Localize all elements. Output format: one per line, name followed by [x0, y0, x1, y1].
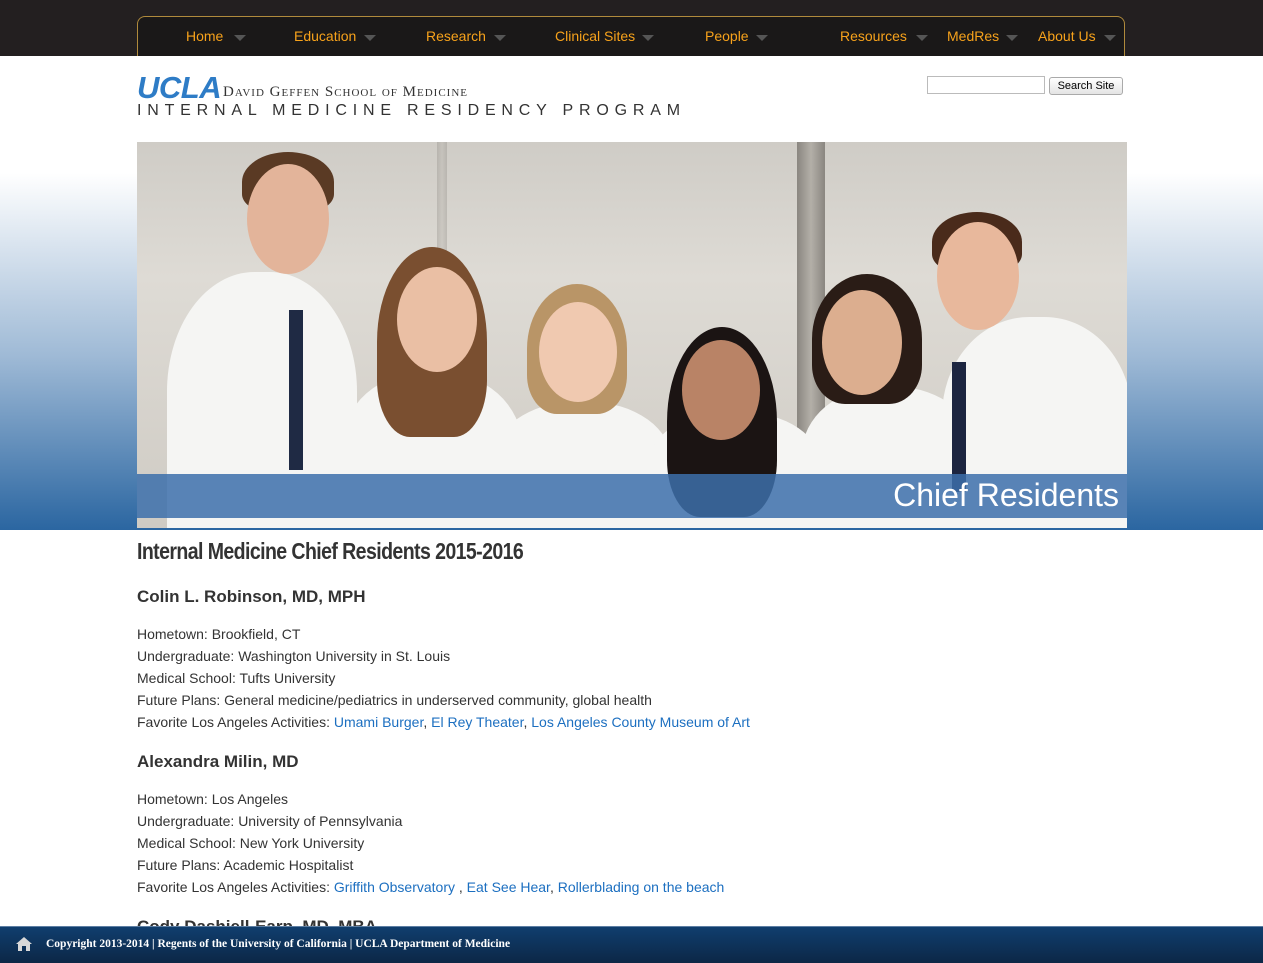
hero-banner-image: Chief Residents — [137, 142, 1127, 528]
nav-item-clinical-sites[interactable]: Clinical Sites — [555, 28, 654, 44]
field-value: Los Angeles — [211, 791, 288, 807]
resident-medschool: Medical School: New York University — [137, 835, 364, 851]
field-label: Undergraduate: — [137, 813, 239, 829]
hero-caption-bar: Chief Residents — [137, 474, 1127, 518]
field-label: Medical School: — [137, 835, 240, 851]
logo-school-name: David Geffen School of Medicine — [223, 84, 468, 100]
activity-link[interactable]: Umami Burger — [334, 714, 423, 730]
field-label: Undergraduate: — [137, 648, 239, 664]
resident-undergrad: Undergraduate: Washington University in … — [137, 648, 450, 664]
link-separator: , — [549, 879, 558, 895]
nav-label: Resources — [840, 28, 907, 44]
field-label: Hometown: — [137, 791, 212, 807]
nav-label: About Us — [1038, 28, 1096, 44]
field-label: Favorite Los Angeles Activities: — [137, 714, 334, 730]
logo-ucla-wordmark: UCLA — [137, 70, 222, 105]
chevron-down-icon[interactable] — [494, 35, 506, 41]
nav-item-medres[interactable]: MedRes — [947, 28, 1018, 44]
field-label: Future Plans: — [137, 857, 224, 873]
nav-item-home[interactable]: Home — [186, 28, 246, 44]
nav-label: Clinical Sites — [555, 28, 636, 44]
logo-program-name: INTERNAL MEDICINE RESIDENCY PROGRAM — [137, 102, 686, 119]
field-value: University of Pennsylvania — [238, 813, 403, 829]
resident-activities: Favorite Los Angeles Activities: Griffit… — [137, 879, 724, 895]
link-separator: , — [423, 714, 432, 730]
activity-link[interactable]: El Rey Theater — [431, 714, 523, 730]
chevron-down-icon[interactable] — [642, 35, 654, 41]
field-value: Washington University in St. Louis — [238, 648, 451, 664]
home-icon[interactable] — [16, 937, 32, 951]
activity-link[interactable]: Griffith Observatory — [334, 879, 455, 895]
activity-link[interactable]: Los Angeles County Museum of Art — [531, 714, 750, 730]
chevron-down-icon[interactable] — [364, 35, 376, 41]
activity-link[interactable]: Rollerblading on the beach — [558, 879, 725, 895]
nav-label: Education — [294, 28, 357, 44]
resident-hometown: Hometown: Brookfield, CT — [137, 626, 300, 642]
field-label: Hometown: — [137, 626, 212, 642]
resident-medschool: Medical School: Tufts University — [137, 670, 335, 686]
chevron-down-icon[interactable] — [1104, 35, 1116, 41]
nav-item-research[interactable]: Research — [426, 28, 506, 44]
field-value: Academic Hospitalist — [223, 857, 354, 873]
nav-item-people[interactable]: People — [705, 28, 768, 44]
chevron-down-icon[interactable] — [1006, 35, 1018, 41]
field-label: Medical School: — [137, 670, 240, 686]
resident-plans: Future Plans: Academic Hospitalist — [137, 857, 353, 873]
page-title: Internal Medicine Chief Residents 2015-2… — [137, 538, 524, 564]
footer-copyright: Copyright 2013-2014 | Regents of the Uni… — [46, 938, 511, 950]
chevron-down-icon[interactable] — [916, 35, 928, 41]
field-value: General medicine/pediatrics in underserv… — [224, 692, 652, 708]
resident-undergrad: Undergraduate: University of Pennsylvani… — [137, 813, 402, 829]
chevron-down-icon[interactable] — [234, 35, 246, 41]
nav-item-about-us[interactable]: About Us — [1038, 28, 1116, 44]
search-input[interactable] — [927, 76, 1045, 94]
field-label: Future Plans: — [137, 692, 225, 708]
nav-label: Home — [186, 28, 224, 44]
resident-name: Alexandra Milin, MD — [137, 752, 299, 771]
nav-label: Research — [426, 28, 486, 44]
nav-label: People — [705, 28, 749, 44]
resident-plans: Future Plans: General medicine/pediatric… — [137, 692, 652, 708]
link-separator: , — [455, 879, 467, 895]
nav-item-education[interactable]: Education — [294, 28, 376, 44]
field-value: New York University — [239, 835, 365, 851]
field-label: Favorite Los Angeles Activities: — [137, 879, 334, 895]
footer-bar: Copyright 2013-2014 | Regents of the Uni… — [0, 926, 1263, 963]
field-value: Brookfield, CT — [211, 626, 301, 642]
resident-name: Colin L. Robinson, MD, MPH — [137, 587, 366, 606]
nav-label: MedRes — [947, 28, 1000, 44]
field-value: Tufts University — [239, 670, 336, 686]
resident-hometown: Hometown: Los Angeles — [137, 791, 288, 807]
hero-caption: Chief Residents — [893, 477, 1119, 513]
search-button[interactable]: Search Site — [1049, 77, 1123, 95]
chevron-down-icon[interactable] — [756, 35, 768, 41]
nav-item-resources[interactable]: Resources — [840, 28, 928, 44]
activity-link[interactable]: Eat See Hear — [467, 879, 550, 895]
resident-activities: Favorite Los Angeles Activities: Umami B… — [137, 714, 750, 730]
